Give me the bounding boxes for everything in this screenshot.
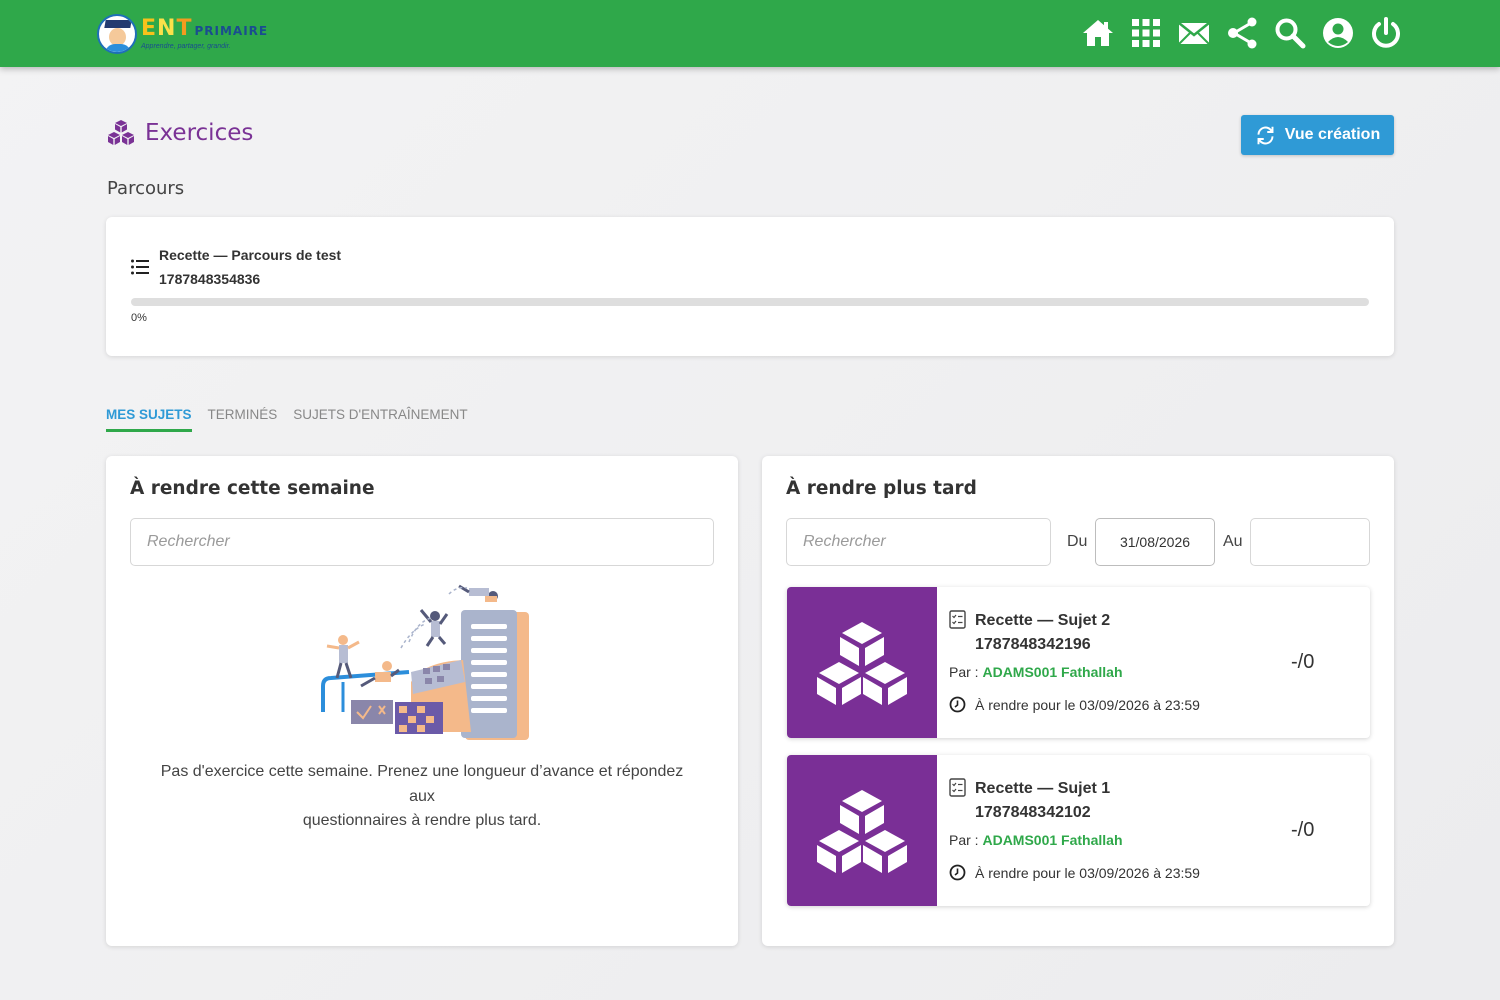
home-icon[interactable] — [1082, 14, 1114, 52]
logo-ent-text: ENT PRIMAIRE — [141, 16, 269, 41]
this-week-search-input[interactable] — [130, 518, 714, 566]
clock-icon — [949, 696, 966, 713]
logo-primaire-text: PRIMAIRE — [194, 24, 269, 38]
share-icon[interactable] — [1226, 14, 1258, 52]
refresh-icon — [1257, 126, 1274, 144]
header-nav — [1082, 14, 1402, 52]
logo-tagline: Apprendre, partager, grandir. — [141, 43, 231, 50]
vue-creation-label: Vue création — [1284, 126, 1381, 143]
tab-sujets-entrainement[interactable]: SUJETS D'ENTRAÎNEMENT — [293, 407, 467, 432]
subject-thumbnail — [787, 755, 937, 906]
page-title-text: Exercices — [145, 120, 254, 146]
author-prefix: Par : — [949, 832, 983, 848]
later-search-input[interactable] — [786, 518, 1051, 566]
tab-termines[interactable]: TERMINÉS — [208, 407, 278, 432]
logo-wordmark: ENT PRIMAIRE Apprendre, partager, grandir… — [141, 16, 269, 51]
empty-state-illustration — [321, 584, 529, 740]
subject-title-line1: Recette — Sujet 2 — [975, 612, 1111, 629]
subject-title-line1: Recette — Sujet 1 — [975, 780, 1111, 797]
subject-title-row: Recette — Sujet 1 1787848342102 — [949, 777, 1195, 825]
empty-message-line1: Pas d'exercice cette semaine. Prenez une… — [160, 763, 684, 805]
parcours-id: 1787848354836 — [159, 271, 261, 287]
subject-card[interactable]: Recette — Sujet 2 1787848342196 Par : AD… — [787, 587, 1370, 738]
parcours-progress-label: 0% — [131, 312, 147, 324]
checklist-icon — [949, 778, 966, 797]
mail-icon[interactable] — [1178, 14, 1210, 52]
date-to-label: Au — [1223, 533, 1243, 550]
cubes-icon — [817, 621, 907, 705]
checklist-icon — [949, 610, 966, 629]
parcours-heading: Parcours — [107, 178, 185, 199]
apps-grid-icon[interactable] — [1130, 14, 1162, 52]
subject-due: À rendre pour le 03/09/2026 à 23:59 — [949, 696, 1200, 713]
parcours-card: Recette — Parcours de test 1787848354836… — [106, 217, 1394, 356]
subject-title-row: Recette — Sujet 2 1787848342196 — [949, 609, 1195, 657]
subject-author: ADAMS001 Fathallah — [982, 832, 1123, 848]
power-icon[interactable] — [1370, 14, 1402, 52]
tab-mes-sujets[interactable]: MES SUJETS — [106, 407, 192, 432]
subject-title-line2: 1787848342102 — [975, 804, 1091, 821]
later-title: À rendre plus tard — [786, 478, 977, 499]
subject-card[interactable]: Recette — Sujet 1 1787848342102 Par : AD… — [787, 755, 1370, 906]
subject-thumbnail — [787, 587, 937, 738]
page-title: Exercices — [106, 119, 253, 147]
user-account-icon[interactable] — [1322, 14, 1354, 52]
subject-author-line: Par : ADAMS001 Fathallah — [949, 664, 1123, 680]
list-icon — [131, 259, 149, 275]
subject-tabs: MES SUJETS TERMINÉS SUJETS D'ENTRAÎNEMEN… — [106, 407, 468, 432]
parcours-item[interactable]: Recette — Parcours de test 1787848354836 — [130, 243, 341, 291]
author-prefix: Par : — [949, 664, 983, 680]
clock-icon — [949, 864, 966, 881]
subject-score: -/0 — [1291, 819, 1315, 841]
subject-due: À rendre pour le 03/09/2026 à 23:59 — [949, 864, 1200, 881]
subject-title: Recette — Sujet 2 1787848342196 — [975, 609, 1195, 657]
logo-avatar-image — [97, 14, 137, 54]
top-bar: ENT PRIMAIRE Apprendre, partager, grandir… — [0, 0, 1500, 67]
subject-author: ADAMS001 Fathallah — [982, 664, 1123, 680]
search-icon[interactable] — [1274, 14, 1306, 52]
empty-message-line2: questionnaires à rendre plus tard. — [302, 812, 542, 829]
this-week-panel: À rendre cette semaine Pas d'exercice ce… — [106, 456, 738, 946]
ent-logo[interactable]: ENT PRIMAIRE Apprendre, partager, grandir… — [97, 13, 272, 55]
date-from-input[interactable] — [1095, 518, 1215, 566]
subject-title-line2: 1787848342196 — [975, 636, 1091, 653]
date-to-input[interactable] — [1250, 518, 1370, 566]
later-panel: À rendre plus tard Du Au Recette — Sujet… — [762, 456, 1394, 946]
exercises-cubes-icon — [108, 120, 134, 145]
this-week-empty-message: Pas d'exercice cette semaine. Prenez une… — [146, 760, 698, 834]
subject-author-line: Par : ADAMS001 Fathallah — [949, 832, 1123, 848]
parcours-name: Recette — Parcours de test — [159, 247, 342, 263]
date-from-label: Du — [1067, 533, 1088, 550]
subject-due-text: À rendre pour le 03/09/2026 à 23:59 — [975, 864, 1200, 881]
parcours-progress-bar — [131, 298, 1369, 306]
subject-due-text: À rendre pour le 03/09/2026 à 23:59 — [975, 696, 1200, 713]
this-week-title: À rendre cette semaine — [130, 478, 375, 499]
subject-score: -/0 — [1291, 651, 1315, 673]
vue-creation-button[interactable]: Vue création — [1241, 115, 1394, 155]
subject-title: Recette — Sujet 1 1787848342102 — [975, 777, 1195, 825]
cubes-icon — [817, 789, 907, 873]
